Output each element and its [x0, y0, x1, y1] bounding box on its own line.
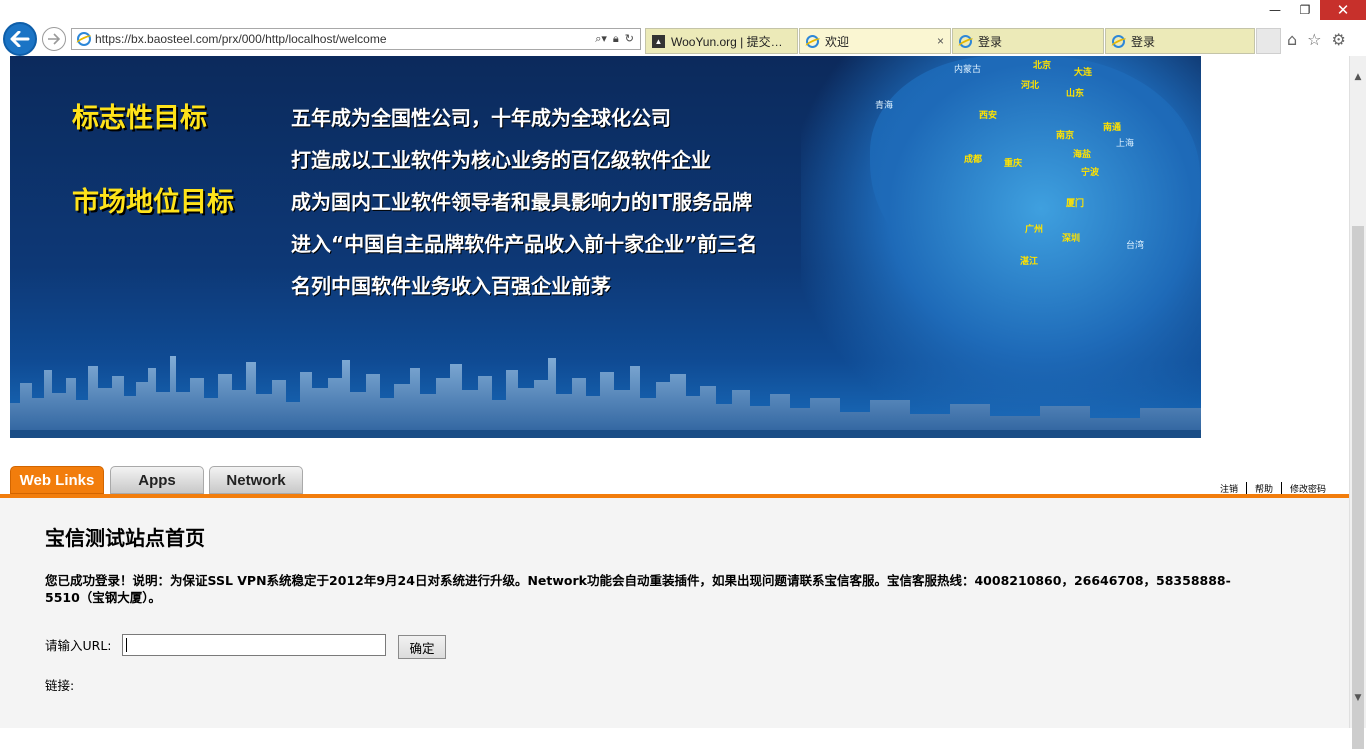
page-title: 宝信测试站点首页: [45, 526, 205, 550]
city-label: 南京: [1056, 131, 1075, 141]
page-viewport: 内蒙古 北京 大连 河北 山东 青海 西安 南京 南通 上海 海盐 宁波 成都 …: [0, 56, 1349, 728]
url-label: 请输入URL:: [45, 638, 112, 653]
city-label: 北京: [1033, 61, 1052, 71]
url-input[interactable]: [122, 634, 386, 656]
scroll-down-icon[interactable]: ▼: [1350, 689, 1366, 706]
browser-chrome: — ❐ ✕ https://bx.baosteel.com/prx/000/ht…: [0, 0, 1366, 57]
target-line: 五年成为全国性公司，十年成为全球化公司: [291, 106, 671, 130]
restore-icon[interactable]: ❐: [1290, 0, 1320, 20]
wooyun-favicon-icon: ▲: [652, 34, 665, 48]
ie-tab-icon: [959, 34, 972, 48]
city-label: 青海: [875, 101, 894, 111]
city-label: 上海: [1116, 139, 1135, 149]
links-label: 链接:: [45, 678, 75, 693]
target-line: 进入“中国自主品牌软件产品收入前十家企业”前三名: [291, 232, 758, 256]
search-icon[interactable]: ⌕▾: [595, 32, 607, 46]
main-content: 宝信测试站点首页 您已成功登录！说明：为保证SSL VPN系统稳定于2012年9…: [0, 498, 1349, 728]
city-label: 河北: [1021, 81, 1040, 91]
target-title: 标志性目标: [72, 103, 207, 134]
city-label: 宁波: [1081, 168, 1100, 178]
city-label: 山东: [1066, 89, 1085, 99]
tab-network[interactable]: Network: [209, 466, 303, 494]
tab-label: 登录: [978, 34, 1003, 49]
notice-text: 您已成功登录！说明：为保证SSL VPN系统稳定于2012年9月24日对系统进行…: [45, 573, 1231, 605]
forward-button[interactable]: [42, 27, 66, 51]
close-tab-icon[interactable]: ×: [937, 34, 944, 48]
new-tab-button[interactable]: [1256, 28, 1281, 54]
city-label: 西安: [979, 111, 998, 121]
ie-page-icon: [77, 32, 91, 46]
browser-tab-login-1[interactable]: 登录: [952, 28, 1104, 54]
tab-label: 登录: [1131, 34, 1156, 49]
city-label: 重庆: [1004, 159, 1023, 169]
close-window-icon[interactable]: ✕: [1320, 0, 1366, 20]
target-line: 成为国内工业软件领导者和最具影响力的IT服务品牌: [291, 190, 753, 214]
browser-toolbar-right: ⌂ ☆ ⚙: [1287, 30, 1346, 49]
city-label: 南通: [1103, 123, 1122, 133]
scrollbar-thumb[interactable]: [1352, 226, 1364, 749]
city-label: 湛江: [1020, 257, 1039, 267]
address-url[interactable]: https://bx.baosteel.com/prx/000/http/loc…: [95, 32, 595, 46]
favorites-star-icon[interactable]: ☆: [1307, 30, 1321, 49]
banner-image: 内蒙古 北京 大连 河北 山东 青海 西安 南京 南通 上海 海盐 宁波 成都 …: [10, 56, 1201, 438]
city-label: 内蒙古: [954, 65, 982, 75]
back-button[interactable]: [3, 22, 37, 56]
city-label: 广州: [1025, 225, 1044, 235]
refresh-icon[interactable]: ↻: [625, 32, 634, 46]
city-label: 成都: [964, 155, 983, 165]
address-tools: ⌕▾ 🔒︎ ↻: [595, 32, 634, 46]
lock-icon[interactable]: 🔒︎: [613, 32, 619, 46]
vertical-scrollbar[interactable]: ▲ ▼: [1349, 56, 1366, 749]
home-icon[interactable]: ⌂: [1287, 30, 1297, 49]
tab-web-links[interactable]: Web Links: [10, 466, 104, 494]
minimize-icon[interactable]: —: [1260, 0, 1290, 20]
browser-tab-login-2[interactable]: 登录: [1105, 28, 1255, 54]
target-line: 名列中国软件业务收入百强企业前茅: [291, 274, 611, 298]
tab-apps[interactable]: Apps: [110, 466, 204, 494]
city-skyline: [10, 356, 1201, 438]
arrow-left-icon: [10, 31, 30, 47]
target-line: 打造成以工业软件为核心业务的百亿级软件企业: [291, 148, 711, 172]
address-bar[interactable]: https://bx.baosteel.com/prx/000/http/loc…: [71, 28, 641, 50]
scroll-up-icon[interactable]: ▲: [1350, 68, 1366, 85]
ie-tab-icon: [806, 34, 819, 48]
tab-label: WooYun.org | 提交…: [671, 34, 783, 49]
city-label: 厦门: [1066, 199, 1085, 209]
browser-tab-welcome[interactable]: 欢迎 ×: [799, 28, 951, 54]
target-title: 市场地位目标: [72, 187, 234, 218]
ie-tab-icon: [1112, 34, 1125, 48]
city-label: 台湾: [1126, 241, 1145, 251]
confirm-button[interactable]: 确定: [398, 635, 446, 659]
city-label: 深圳: [1062, 234, 1081, 244]
city-label: 大连: [1074, 68, 1093, 78]
city-label: 海盐: [1073, 150, 1092, 160]
tab-label: 欢迎: [825, 34, 850, 49]
browser-tab-wooyun[interactable]: ▲ WooYun.org | 提交…: [645, 28, 798, 54]
window-controls: — ❐ ✕: [1260, 0, 1366, 22]
settings-gear-icon[interactable]: ⚙: [1332, 30, 1346, 49]
arrow-right-icon: [48, 33, 61, 45]
